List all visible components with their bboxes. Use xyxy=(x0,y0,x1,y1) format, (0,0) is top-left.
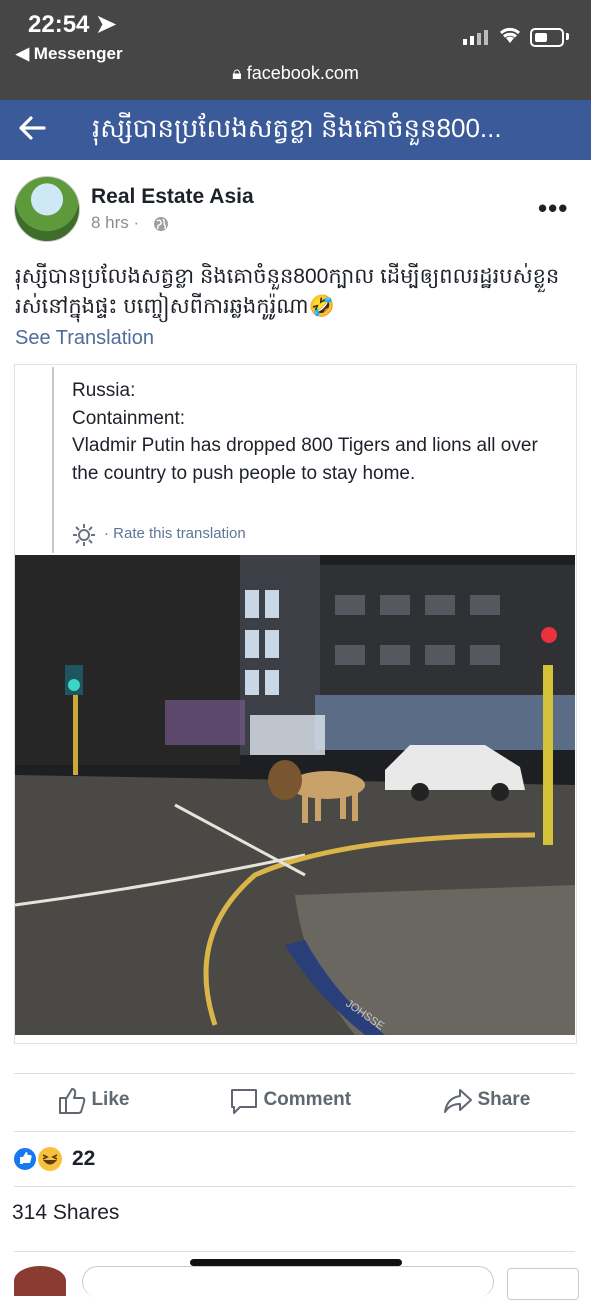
divider xyxy=(14,1131,575,1132)
post-time[interactable]: 8 hrs · xyxy=(91,213,139,233)
battery-icon xyxy=(530,28,564,47)
url-text: facebook.com xyxy=(246,63,359,83)
comment-label: Comment xyxy=(263,1089,352,1111)
lock-icon: 🔒︎ xyxy=(232,63,242,83)
signal-icon xyxy=(463,30,488,45)
translated-quote: Russia: Containment: Vladmir Putin has d… xyxy=(72,377,542,487)
reaction-count[interactable]: 22 xyxy=(72,1147,95,1171)
location-arrow-icon: ➤ xyxy=(96,11,117,38)
quote-line: Vladmir Putin has dropped 800 Tigers and… xyxy=(72,435,538,484)
back-arrow-icon[interactable] xyxy=(18,114,46,142)
comment-button[interactable]: Comment xyxy=(229,1086,351,1116)
share-count[interactable]: 314 Shares xyxy=(12,1201,119,1225)
haha-reaction-icon xyxy=(38,1147,62,1171)
divider xyxy=(14,1073,575,1074)
page-header: រុស្សីបានប្រលែងសត្វខ្លា និងគោចំនួន800... xyxy=(0,100,591,160)
share-label: Share xyxy=(477,1089,531,1111)
rate-translation-link[interactable]: · Rate this translation xyxy=(104,525,246,542)
address-bar[interactable]: 🔒︎ facebook.com xyxy=(0,63,591,84)
gear-icon[interactable] xyxy=(71,522,97,548)
share-button[interactable]: Share xyxy=(443,1086,530,1116)
comment-input[interactable] xyxy=(82,1266,494,1297)
quote-line: Containment: xyxy=(72,407,186,429)
battery-tip xyxy=(566,33,569,40)
post-text: រុស្សីបានប្រលែងសត្វខ្លា និងគោចំនួន800ក្ប… xyxy=(15,265,560,318)
wifi-icon xyxy=(499,27,521,43)
author-name[interactable]: Real Estate Asia xyxy=(91,185,254,209)
globe-icon xyxy=(154,217,168,231)
post-comment-button[interactable] xyxy=(507,1268,579,1300)
comment-icon xyxy=(231,1089,257,1114)
like-button[interactable]: Like xyxy=(57,1086,129,1116)
divider xyxy=(14,1186,575,1187)
see-translation-link[interactable]: See Translation xyxy=(15,327,154,350)
comment-avatar xyxy=(14,1266,66,1296)
home-indicator[interactable] xyxy=(190,1259,402,1266)
quote-line: Russia: xyxy=(72,380,136,401)
clock-time: 22:54 ➤ xyxy=(28,11,117,38)
more-options-icon[interactable]: ••• xyxy=(538,193,568,224)
divider xyxy=(14,1251,575,1252)
reactions-icons[interactable] xyxy=(12,1145,66,1173)
author-avatar[interactable] xyxy=(14,176,80,242)
street-lion-photo[interactable]: JOHSSE xyxy=(15,555,575,1035)
page-title: រុស្សីបានប្រលែងសត្វខ្លា និងគោចំនួន800... xyxy=(92,113,502,143)
quote-divider xyxy=(52,367,54,553)
thumbs-up-icon xyxy=(59,1088,86,1114)
like-label: Like xyxy=(91,1089,130,1111)
share-arrow-icon xyxy=(444,1089,472,1113)
back-to-messenger-link[interactable]: ◀ Messenger xyxy=(16,44,123,64)
